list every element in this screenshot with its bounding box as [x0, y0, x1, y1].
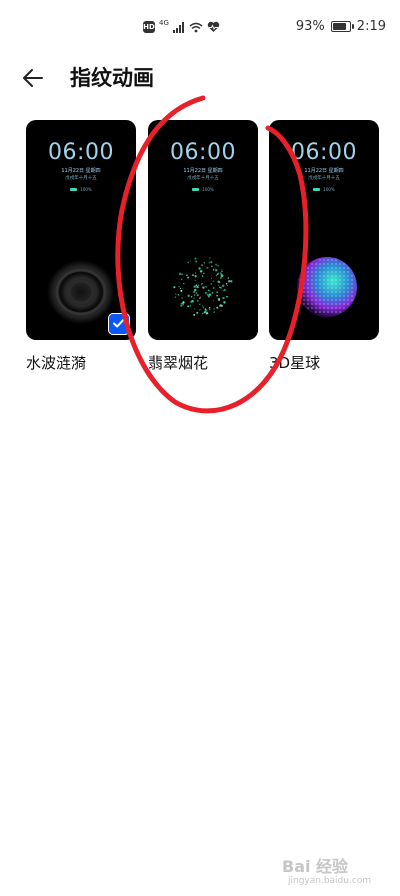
card-battery-icon: [313, 188, 321, 191]
animation-card-planet[interactable]: 06:00 11月22日 星期四 戊戌年十月十五 100%: [269, 120, 379, 340]
card-label-planet: 3D星球: [269, 354, 321, 372]
card-clock: 06:00: [48, 140, 114, 165]
card-lunar-date: 戊戌年十月十五: [187, 176, 219, 181]
card-battery: 100%: [148, 187, 258, 192]
checkmark-icon: [113, 319, 124, 328]
card-battery-text: 100%: [202, 187, 214, 192]
card-battery: 100%: [26, 187, 136, 192]
header: 指纹动画: [0, 56, 400, 100]
status-time: 2:19: [356, 19, 386, 34]
heart-health-icon: [207, 21, 220, 32]
card-lunar-date: 戊戌年十月十五: [65, 176, 97, 181]
card-battery: 100%: [269, 187, 379, 192]
back-arrow-icon: [23, 69, 43, 87]
card-date: 11月22日 星期四: [61, 168, 101, 174]
selected-checkbox[interactable]: [108, 313, 130, 335]
status-bar: HD 4G 93% 2:19: [0, 0, 400, 56]
card-battery-text: 100%: [80, 187, 92, 192]
battery-percent: 93%: [295, 19, 325, 34]
baidu-watermark: Bai 经验: [282, 857, 349, 876]
planet-preview-icon: [297, 257, 357, 317]
battery-icon: [330, 21, 354, 32]
card-clock: 06:00: [291, 140, 357, 165]
card-clock: 06:00: [170, 140, 236, 165]
animation-card-fireworks[interactable]: 06:00 11月22日 星期四 戊戌年十月十五 100%: [148, 120, 258, 340]
back-button[interactable]: [20, 64, 56, 92]
status-right: 93% 2:19: [296, 19, 386, 34]
status-icons: HD 4G: [143, 18, 220, 36]
fireworks-preview-icon: [173, 257, 233, 316]
hd-label: HD: [143, 23, 155, 31]
card-battery-icon: [70, 188, 78, 191]
baidu-watermark-url: jingyan.baidu.com: [288, 876, 372, 886]
hd-icon: HD: [143, 21, 155, 33]
card-battery-icon: [192, 188, 200, 191]
card-lunar-date: 戊戌年十月十五: [308, 176, 340, 181]
card-date: 11月22日 星期四: [304, 168, 344, 174]
page-title: 指纹动画: [70, 66, 154, 90]
network-type-label: 4G: [159, 19, 169, 27]
card-label-fireworks: 翡翠烟花: [148, 354, 209, 372]
card-date: 11月22日 星期四: [183, 168, 223, 174]
card-label-ripple: 水波涟漪: [26, 354, 87, 372]
animation-card-ripple[interactable]: 06:00 11月22日 星期四 戊戌年十月十五 100%: [26, 120, 136, 340]
signal-icon: [172, 21, 184, 33]
wifi-icon: [189, 22, 203, 32]
card-battery-text: 100%: [323, 187, 335, 192]
